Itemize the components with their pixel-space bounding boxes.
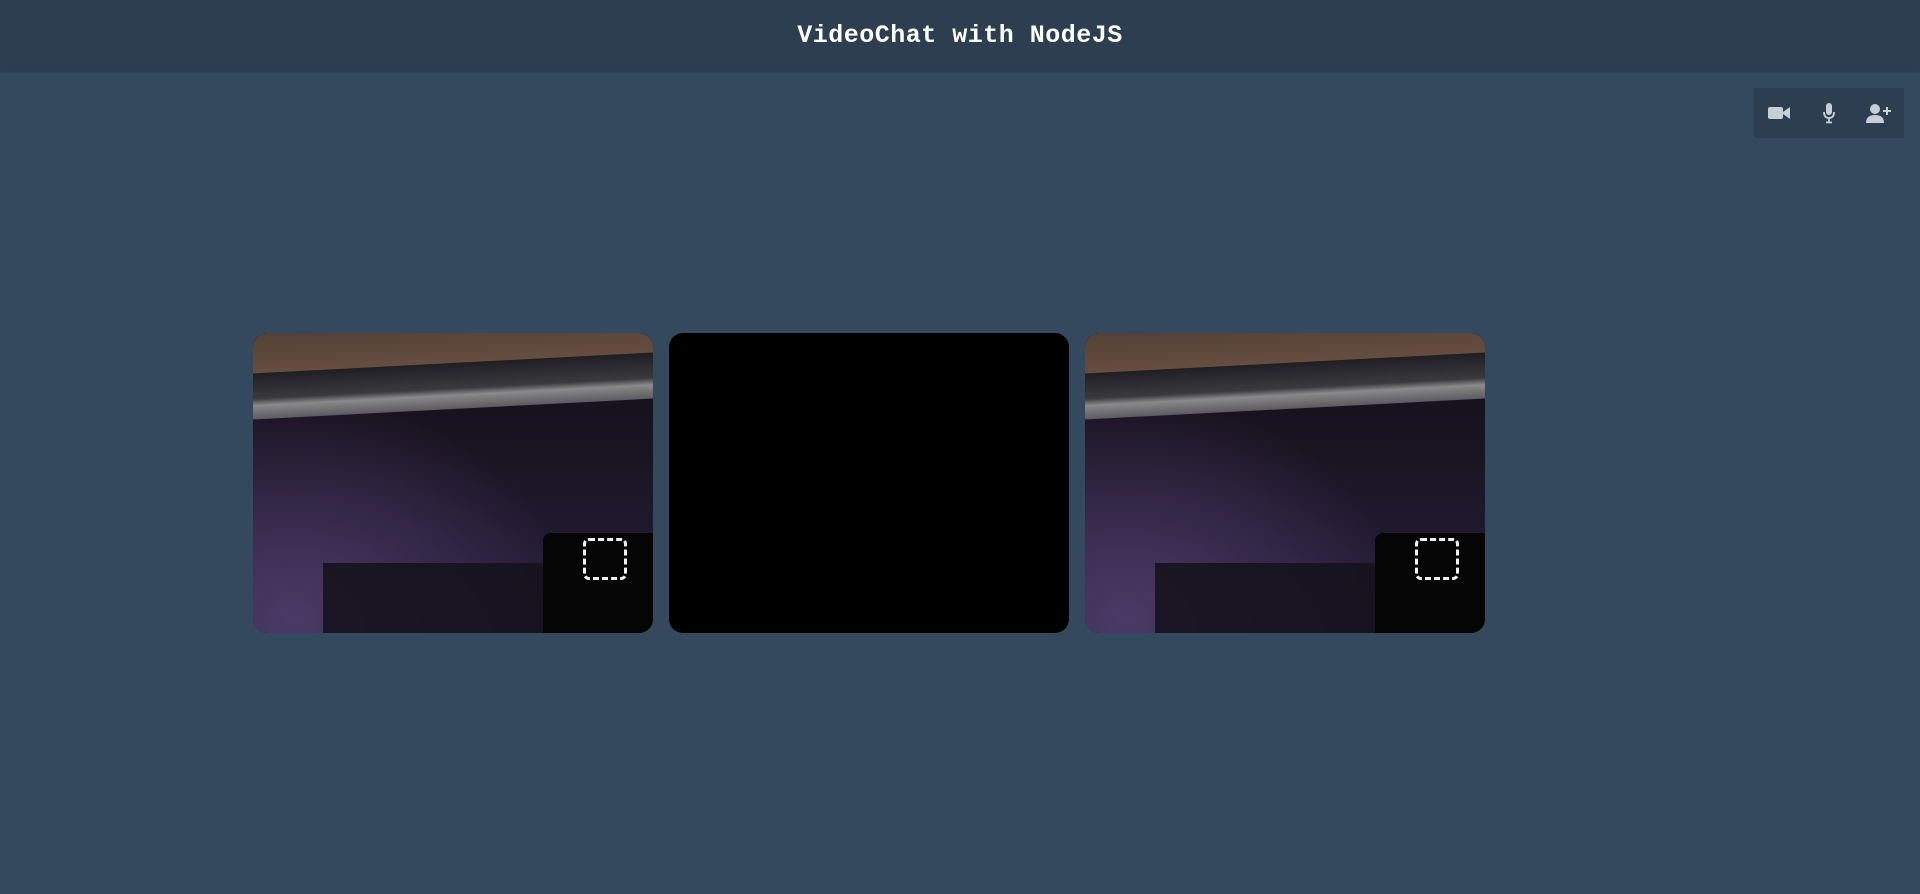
video-tile[interactable] [253, 333, 653, 633]
camera-feed [1085, 333, 1485, 633]
video-tile-empty[interactable] [669, 333, 1069, 633]
video-camera-icon [1767, 104, 1791, 122]
add-user-icon [1866, 103, 1892, 123]
toggle-video-button[interactable] [1759, 93, 1799, 133]
video-grid [253, 333, 1485, 633]
app-header: VideoChat with NodeJS [0, 0, 1920, 71]
add-participant-button[interactable] [1859, 93, 1899, 133]
microphone-icon [1822, 102, 1836, 124]
page-title: VideoChat with NodeJS [797, 21, 1123, 50]
face-detect-icon [583, 538, 627, 580]
toggle-microphone-button[interactable] [1809, 93, 1849, 133]
face-detect-icon [1415, 538, 1459, 580]
call-controls [1754, 88, 1904, 138]
video-tile[interactable] [1085, 333, 1485, 633]
camera-feed [253, 333, 653, 633]
